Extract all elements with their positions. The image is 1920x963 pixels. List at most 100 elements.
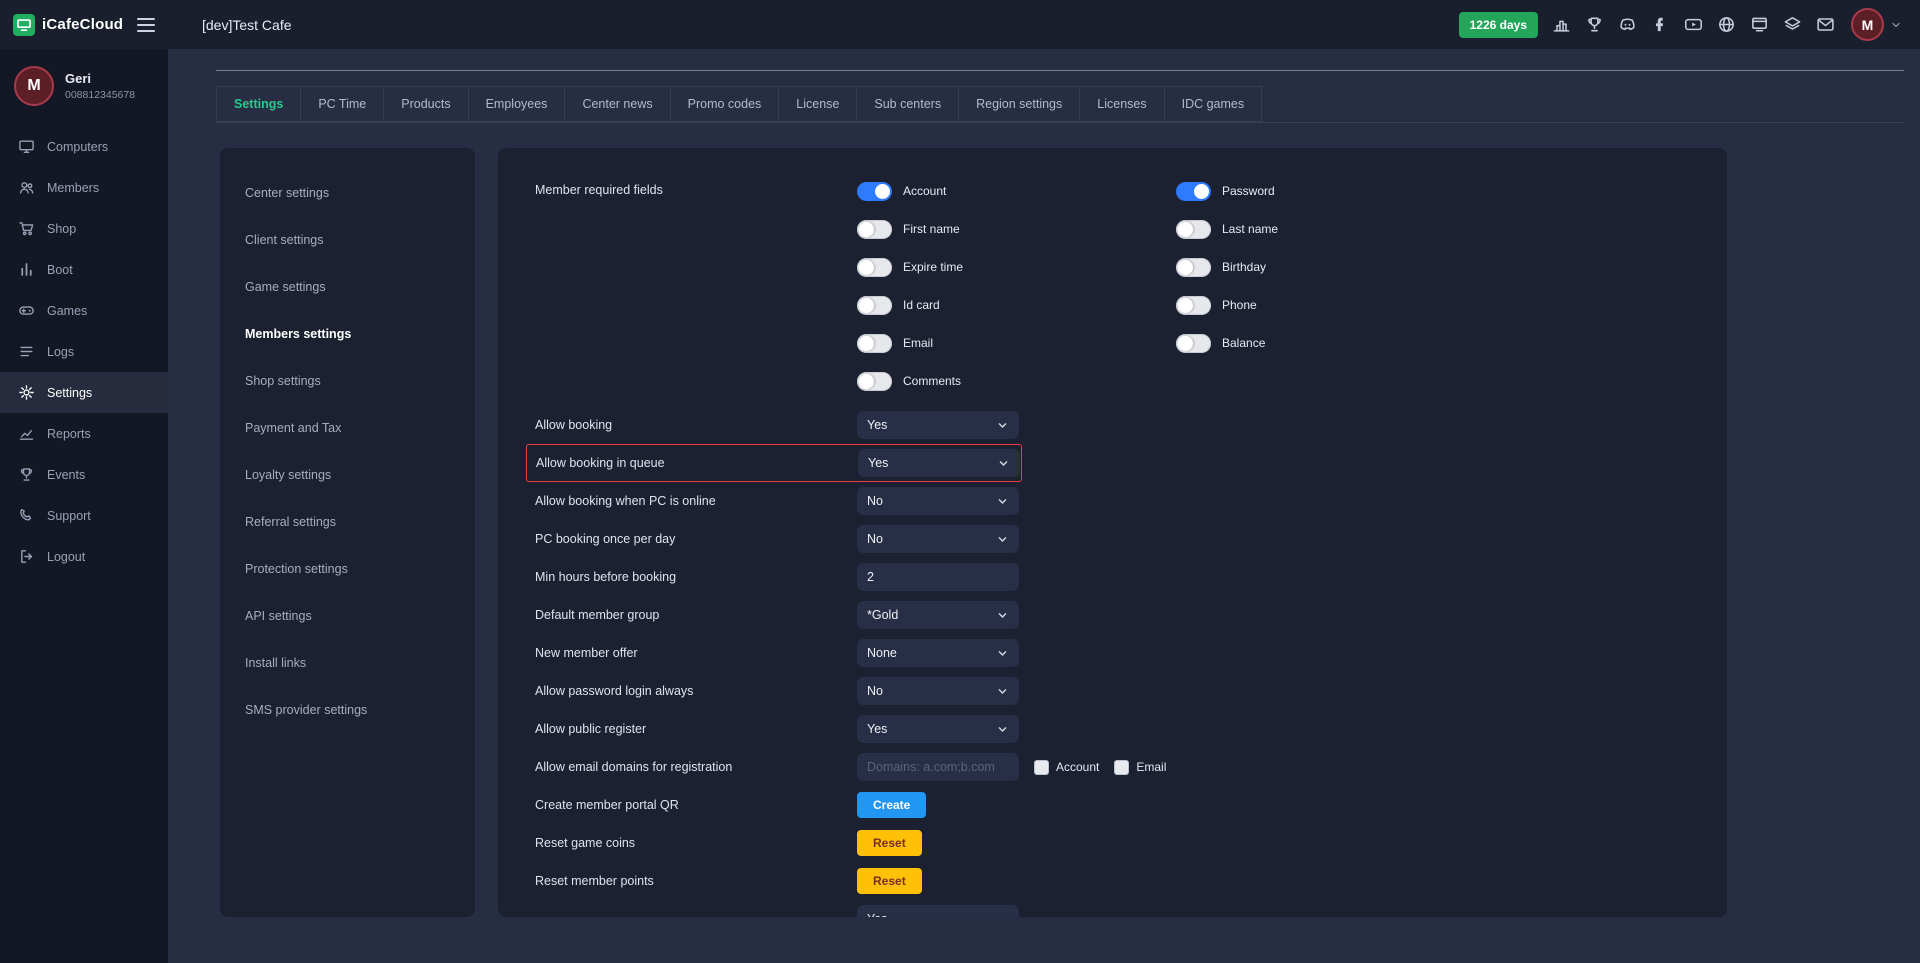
create-button-create-member-portal-qr[interactable]: Create bbox=[857, 792, 926, 818]
field-row-allow-password-login-always: Allow password login alwaysNo bbox=[535, 672, 1727, 710]
toggle-switch-account[interactable] bbox=[857, 182, 892, 201]
toggle-first-name: First name bbox=[857, 210, 1176, 248]
mail-icon[interactable] bbox=[1816, 15, 1835, 34]
toggle-id-card: Id card bbox=[857, 286, 1176, 324]
settings-nav-item-members-settings[interactable]: Members settings bbox=[220, 315, 475, 353]
tab-license[interactable]: License bbox=[778, 86, 857, 122]
brand-icon bbox=[13, 14, 35, 36]
settings-nav-item-sms-provider-settings[interactable]: SMS provider settings bbox=[220, 691, 475, 729]
sidebar-item-computers[interactable]: Computers bbox=[0, 126, 168, 167]
sidebar-item-logs[interactable]: Logs bbox=[0, 331, 168, 372]
settings-nav-item-referral-settings[interactable]: Referral settings bbox=[220, 503, 475, 541]
toggle-switch-phone[interactable] bbox=[1176, 296, 1211, 315]
input-min-hours-before-booking[interactable]: 2 bbox=[857, 563, 1019, 591]
facebook-icon[interactable] bbox=[1651, 15, 1670, 34]
settings-nav-item-api-settings[interactable]: API settings bbox=[220, 597, 475, 635]
tab-licenses[interactable]: Licenses bbox=[1079, 86, 1164, 122]
discord-icon[interactable] bbox=[1618, 15, 1637, 34]
sidebar-item-events[interactable]: Events bbox=[0, 454, 168, 495]
user-menu[interactable]: M bbox=[1851, 8, 1902, 41]
tab-settings[interactable]: Settings bbox=[216, 86, 301, 122]
toggle-label: First name bbox=[903, 222, 960, 236]
sidebar-item-reports[interactable]: Reports bbox=[0, 413, 168, 454]
checkbox-account[interactable] bbox=[1034, 760, 1049, 775]
reset-button-reset-member-points[interactable]: Reset bbox=[857, 868, 922, 894]
ranking-icon[interactable] bbox=[1552, 15, 1571, 34]
settings-nav-item-shop-settings[interactable]: Shop settings bbox=[220, 362, 475, 400]
select-value: Yes bbox=[867, 418, 887, 432]
tab-center-news[interactable]: Center news bbox=[564, 86, 670, 122]
toggle-switch-balance[interactable] bbox=[1176, 334, 1211, 353]
settings-form-panel: Member required fields AccountPasswordFi… bbox=[498, 148, 1727, 917]
panels-row: Center settings Client settings Game setti… bbox=[220, 148, 1904, 917]
settings-nav-item-loyalty-settings[interactable]: Loyalty settings bbox=[220, 456, 475, 494]
sidebar-nav: ComputersMembersShopBootGamesLogsSetting… bbox=[0, 126, 168, 577]
settings-nav-item-install-links[interactable]: Install links bbox=[220, 644, 475, 682]
sidebar-item-settings[interactable]: Settings bbox=[0, 372, 168, 413]
checkbox-label: Account bbox=[1056, 760, 1099, 774]
select-default-member-group[interactable]: *Gold bbox=[857, 601, 1019, 629]
tab-products[interactable]: Products bbox=[383, 86, 468, 122]
toggle-label: Expire time bbox=[903, 260, 963, 274]
select-blank[interactable]: Yes bbox=[857, 905, 1019, 917]
trophy-icon[interactable] bbox=[1585, 15, 1604, 34]
chevron-down-icon bbox=[1890, 19, 1902, 31]
reset-button-reset-game-coins[interactable]: Reset bbox=[857, 830, 922, 856]
tab-employees[interactable]: Employees bbox=[468, 86, 566, 122]
select-allow-booking-in-queue[interactable]: Yes bbox=[858, 449, 1020, 477]
toggle-switch-comments[interactable] bbox=[857, 372, 892, 391]
content-area: SettingsPC TimeProductsEmployeesCenter n… bbox=[168, 49, 1920, 963]
toggle-email: Email bbox=[857, 324, 1176, 362]
settings-nav-item-center-settings[interactable]: Center settings bbox=[220, 174, 475, 212]
sidebar-item-members[interactable]: Members bbox=[0, 167, 168, 208]
checkbox-email[interactable] bbox=[1114, 760, 1129, 775]
tabs-bar: SettingsPC TimeProductsEmployeesCenter n… bbox=[216, 86, 1904, 123]
layers-icon[interactable] bbox=[1783, 15, 1802, 34]
chevron-down-icon bbox=[996, 723, 1009, 736]
globe-icon[interactable] bbox=[1717, 15, 1736, 34]
toggle-switch-last-name[interactable] bbox=[1176, 220, 1211, 239]
toggle-switch-email[interactable] bbox=[857, 334, 892, 353]
sidebar-item-boot[interactable]: Boot bbox=[0, 249, 168, 290]
tab-idc-games[interactable]: IDC games bbox=[1164, 86, 1263, 122]
chevron-down-icon bbox=[996, 419, 1009, 432]
menu-toggle-icon[interactable] bbox=[137, 18, 155, 32]
youtube-icon[interactable] bbox=[1684, 15, 1703, 34]
sidebar-item-support[interactable]: Support bbox=[0, 495, 168, 536]
settings-nav-item-protection-settings[interactable]: Protection settings bbox=[220, 550, 475, 588]
select-allow-public-register[interactable]: Yes bbox=[857, 715, 1019, 743]
select-allow-password-login-always[interactable]: No bbox=[857, 677, 1019, 705]
toggle-switch-id-card[interactable] bbox=[857, 296, 892, 315]
chevron-down-icon bbox=[996, 647, 1009, 660]
select-new-member-offer[interactable]: None bbox=[857, 639, 1019, 667]
sidebar-item-logout[interactable]: Logout bbox=[0, 536, 168, 577]
toggle-switch-birthday[interactable] bbox=[1176, 258, 1211, 277]
settings-nav-item-game-settings[interactable]: Game settings bbox=[220, 268, 475, 306]
days-badge[interactable]: 1226 days bbox=[1459, 12, 1538, 38]
input-allow-email-domains-for-registration[interactable]: Domains: a.com;b.com bbox=[857, 753, 1019, 781]
toggle-switch-first-name[interactable] bbox=[857, 220, 892, 239]
toggle-label: Phone bbox=[1222, 298, 1257, 312]
tab-pc-time[interactable]: PC Time bbox=[300, 86, 384, 122]
toggle-balance: Balance bbox=[1176, 324, 1278, 362]
settings-nav-item-payment-and-tax[interactable]: Payment and Tax bbox=[220, 409, 475, 447]
tab-promo-codes[interactable]: Promo codes bbox=[670, 86, 780, 122]
toggle-switch-expire-time[interactable] bbox=[857, 258, 892, 277]
chevron-down-icon bbox=[996, 533, 1009, 546]
select-value: *Gold bbox=[867, 608, 898, 622]
tab-sub-centers[interactable]: Sub centers bbox=[856, 86, 959, 122]
avatar: M bbox=[14, 66, 54, 106]
settings-nav-item-client-settings[interactable]: Client settings bbox=[220, 221, 475, 259]
field-label: New member offer bbox=[535, 646, 857, 660]
tab-region-settings[interactable]: Region settings bbox=[958, 86, 1080, 122]
field-row-new-member-offer: New member offerNone bbox=[535, 634, 1727, 672]
select-pc-booking-once-per-day[interactable]: No bbox=[857, 525, 1019, 553]
select-allow-booking[interactable]: Yes bbox=[857, 411, 1019, 439]
brand-logo[interactable]: iCafeCloud bbox=[13, 14, 123, 36]
select-allow-booking-when-pc-is-online[interactable]: No bbox=[857, 487, 1019, 515]
sidebar-item-games[interactable]: Games bbox=[0, 290, 168, 331]
toggle-switch-password[interactable] bbox=[1176, 182, 1211, 201]
chevron-down-icon bbox=[997, 457, 1010, 470]
kiosk-icon[interactable] bbox=[1750, 15, 1769, 34]
sidebar-item-shop[interactable]: Shop bbox=[0, 208, 168, 249]
